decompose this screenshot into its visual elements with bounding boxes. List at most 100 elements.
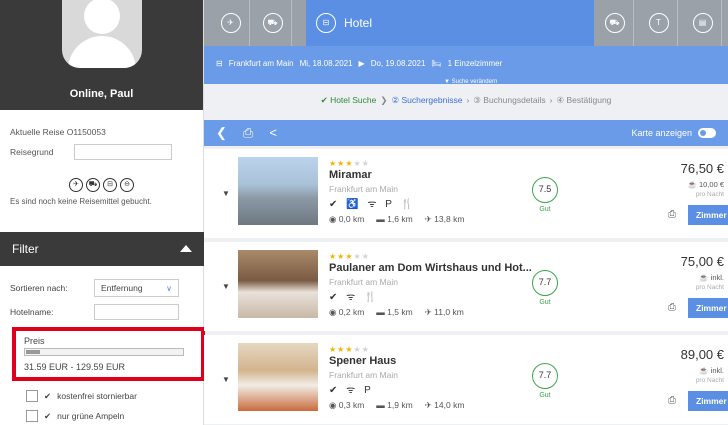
- free-cancel-checkbox[interactable]: [26, 390, 38, 402]
- hotel-card[interactable]: ▼ ★★★★★ Paulaner am Dom Wirtshaus und Ho…: [204, 242, 728, 331]
- top-tabs: ✈ ⛟ ⊟ Hotel ⛟ T ▤: [204, 0, 728, 46]
- hotel-name[interactable]: Paulaner am Dom Wirtshaus und Hot...: [329, 262, 532, 274]
- plane-icon: ✈: [220, 13, 241, 33]
- rating-score: 7.7: [532, 363, 558, 389]
- per-night-label: pro Nacht: [695, 377, 724, 384]
- progress-steps: ✔ Hotel Suche ❯ ② Suchergebnisse › ③ Buc…: [204, 95, 728, 117]
- sort-select[interactable]: Entfernung ∨: [94, 279, 179, 297]
- print-icon[interactable]: ⎙: [668, 395, 676, 406]
- hotel-icon: ⊟: [316, 13, 336, 33]
- document-icon: ▤: [692, 13, 713, 33]
- hotel-city: Frankfurt am Main: [329, 184, 398, 194]
- tab-taxi[interactable]: T: [640, 0, 678, 46]
- step-booking-details: ③ Buchungsdetails: [473, 95, 546, 105]
- plane-icon[interactable]: ✈: [69, 178, 83, 192]
- tab-hotel[interactable]: ⊟ Hotel: [306, 0, 594, 46]
- search-date-from: Mi, 18.08.2021: [299, 59, 353, 68]
- amenities-icons: ✔ ♿ ᯤ P 🍴: [329, 199, 417, 210]
- sort-value: Entfernung: [101, 283, 143, 293]
- map-toggle[interactable]: [698, 128, 716, 138]
- hotel-list: ▼ ★★★★★ Miramar Frankfurt am Main ✔ ♿ ᯤ …: [204, 149, 728, 425]
- print-icon[interactable]: ⎙: [243, 125, 253, 141]
- print-icon[interactable]: ⎙: [668, 302, 676, 313]
- price-label: Preis: [24, 336, 45, 346]
- rating-score: 7.7: [532, 270, 558, 296]
- car-icon: ⛟: [262, 13, 283, 33]
- price-slider[interactable]: [24, 348, 184, 356]
- search-summary: ⊟ Frankfurt am Main Mi, 18.08.2021 ▶ Do,…: [204, 46, 728, 85]
- step-confirmation: ④ Bestätigung: [556, 95, 612, 105]
- slider-handle[interactable]: [26, 350, 40, 354]
- chevron-right-icon: ›: [466, 95, 470, 105]
- hotel-photo[interactable]: [238, 343, 318, 411]
- collapse-arrow-icon[interactable]: [180, 245, 192, 252]
- distances: ◉ 0,0 km ▬ 1,6 km ✈ 13,8 km: [329, 214, 465, 224]
- hotel-name[interactable]: Miramar: [329, 169, 372, 181]
- hotel-city: Frankfurt am Main: [329, 370, 398, 380]
- expand-icon[interactable]: ▼: [222, 282, 230, 291]
- green-only-checkbox[interactable]: [26, 410, 38, 422]
- avatar[interactable]: [62, 0, 142, 68]
- chevron-right-icon: ❯: [380, 95, 388, 105]
- search-city: Frankfurt am Main: [228, 59, 294, 68]
- sort-label: Sortieren nach:: [10, 283, 68, 293]
- profile-panel: Online, Paul: [0, 0, 203, 110]
- step-results: ② Suchergebnisse: [391, 95, 463, 105]
- hotel-card[interactable]: ▼ ★★★★★ Miramar Frankfurt am Main ✔ ♿ ᯤ …: [204, 149, 728, 238]
- trip-reason-input[interactable]: [74, 144, 172, 160]
- taxi-icon: T: [648, 13, 669, 33]
- change-search-link[interactable]: ▼ Suche verändern: [444, 79, 497, 85]
- hotel-icon[interactable]: ⊟: [103, 178, 117, 192]
- tab-car[interactable]: ⛟: [254, 0, 292, 46]
- filter-title: Filter: [12, 242, 39, 256]
- search-date-to: Do, 19.08.2021: [370, 59, 426, 68]
- travel-means-icons: ✈ ⛟ ⊟ ⊖: [10, 178, 193, 192]
- tab-flight[interactable]: ✈: [212, 0, 250, 46]
- expand-icon[interactable]: ▼: [222, 375, 230, 384]
- tab-other[interactable]: ▤: [684, 0, 722, 46]
- share-icon[interactable]: <: [269, 125, 277, 141]
- hotel-name-label: Hotelname:: [10, 307, 54, 317]
- hotel-name[interactable]: Spener Haus: [329, 355, 396, 367]
- profile-name: Online, Paul: [69, 88, 134, 100]
- hotel-city: Frankfurt am Main: [329, 277, 398, 287]
- star-rating: ★★★★★: [329, 252, 370, 261]
- filter-header[interactable]: Filter: [0, 232, 204, 266]
- chevron-down-icon: ∨: [166, 283, 172, 293]
- amenities-icons: ✔ ᯤ P: [329, 385, 374, 396]
- hotel-photo[interactable]: [238, 250, 318, 318]
- amenities-icons: ✔ ᯤ 🍴: [329, 292, 380, 303]
- hotel-photo[interactable]: [238, 157, 318, 225]
- hotel-name-input[interactable]: [94, 304, 179, 320]
- show-map-label: Karte anzeigen: [631, 128, 692, 138]
- rooms-button[interactable]: Zimmer: [688, 298, 728, 318]
- green-only-label: nur grüne Ampeln: [57, 411, 125, 421]
- results-toolbar: ❮ ⎙ < Karte anzeigen: [204, 120, 728, 146]
- expand-icon[interactable]: ▼: [222, 189, 230, 198]
- rooms-button[interactable]: Zimmer: [688, 205, 728, 225]
- rooms-button[interactable]: Zimmer: [688, 391, 728, 411]
- tab-rental[interactable]: ⛟: [596, 0, 634, 46]
- price-range: 31.59 EUR - 129.59 EUR: [24, 362, 126, 372]
- breakfast-price: ☕ 10,00 €: [687, 180, 724, 189]
- rating-label: Gut: [539, 299, 551, 306]
- car-icon[interactable]: ⛟: [86, 178, 100, 192]
- trip-reason-label: Reisegrund: [10, 147, 54, 157]
- distances: ◉ 0,2 km ▬ 1,5 km ✈ 11,0 km: [329, 307, 464, 317]
- step-hotel-search[interactable]: ✔ Hotel Suche: [321, 95, 377, 117]
- rating-label: Gut: [539, 392, 551, 399]
- hotel-price: 75,00 €: [680, 254, 724, 269]
- rating-score: 7.5: [532, 177, 558, 203]
- back-icon[interactable]: ❮: [216, 125, 227, 141]
- car-rental-icon: ⛟: [604, 13, 625, 33]
- hotel-card[interactable]: ▼ ★★★★★ Spener Haus Frankfurt am Main ✔ …: [204, 335, 728, 424]
- print-icon[interactable]: ⎙: [668, 209, 676, 220]
- distances: ◉ 0,3 km ▬ 1,9 km ✈ 14,0 km: [329, 400, 465, 410]
- hotel-price: 89,00 €: [680, 347, 724, 362]
- train-icon[interactable]: ⊖: [120, 178, 134, 192]
- current-trip-label: Aktuelle Reise: [10, 127, 65, 137]
- room-icon: 🛏: [431, 59, 442, 68]
- per-night-label: pro Nacht: [695, 191, 724, 198]
- hotel-price: 76,50 €: [680, 161, 724, 176]
- current-trip-value: O1150053: [66, 127, 106, 137]
